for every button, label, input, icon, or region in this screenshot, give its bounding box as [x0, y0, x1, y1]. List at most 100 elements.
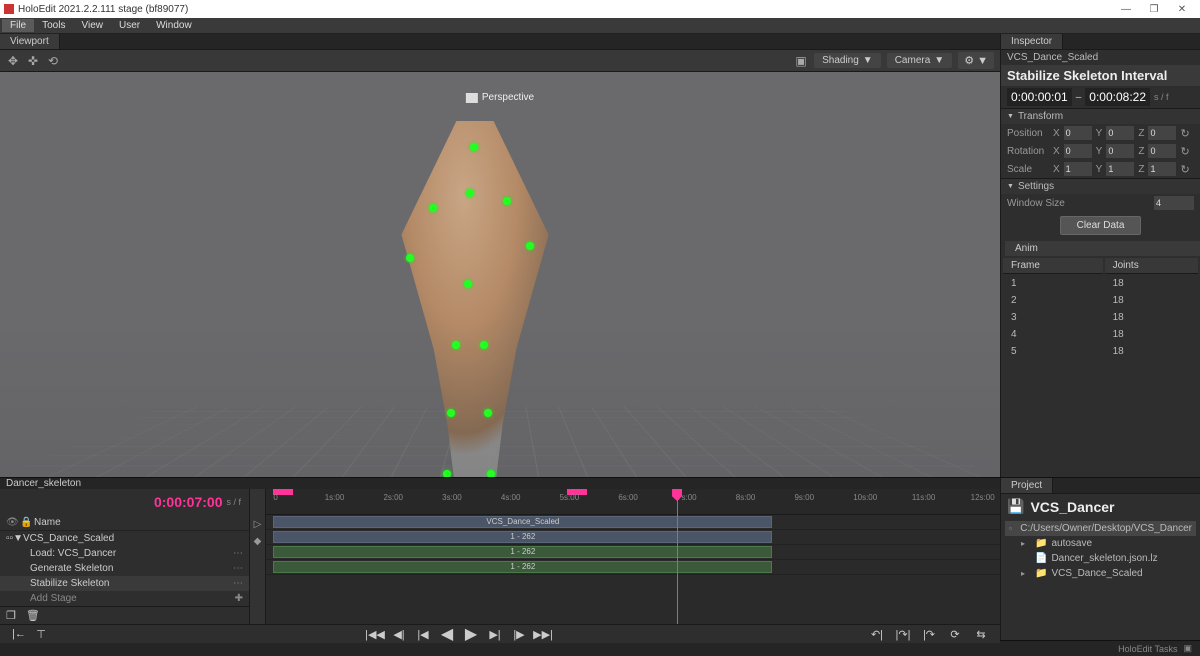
table-row: 418	[1003, 327, 1198, 342]
track-menu-icon[interactable]: ⋯	[233, 578, 243, 589]
goto-end-button[interactable]: ▶▶|	[532, 625, 554, 643]
track-root[interactable]: ▫▫ ▼ VCS_Dance_Scaled	[0, 531, 249, 546]
tasks-expand-icon[interactable]: ▣	[1183, 643, 1192, 654]
trash-icon[interactable]: 🗑	[26, 609, 40, 622]
prev-key-button[interactable]: ◀|	[388, 625, 410, 643]
viewport-settings-gear-icon[interactable]: ⚙ ▼	[958, 52, 994, 69]
track-stabilize[interactable]: Stabilize Skeleton⋯	[0, 576, 249, 591]
timeline-tab[interactable]: Dancer_skeleton	[0, 478, 250, 489]
clip-main[interactable]: VCS_Dance_Scaled	[273, 516, 772, 528]
step-back-button[interactable]: |◀	[412, 625, 434, 643]
tree-item-dance-scaled[interactable]: ▸📁VCS_Dance_Scaled	[1005, 566, 1196, 581]
scale-z-input[interactable]	[1148, 162, 1176, 176]
character-figure	[360, 121, 590, 477]
scale-reset-icon[interactable]: ↻	[1180, 163, 1189, 176]
menu-window[interactable]: Window	[148, 19, 200, 32]
visibility-icon[interactable]: 👁	[6, 517, 20, 528]
window-size-row: Window Size	[1001, 194, 1200, 212]
window-size-input[interactable]	[1154, 196, 1194, 210]
rotate-tool-icon[interactable]: ⟲	[46, 54, 60, 68]
viewport-3d[interactable]: Perspective	[0, 72, 1000, 477]
loop-in-icon[interactable]: ↶|	[866, 625, 888, 643]
project-path[interactable]: ▫C:/Users/Owner/Desktop/VCS_Dancer	[1005, 521, 1196, 536]
inspector-tab[interactable]: Inspector	[1001, 34, 1063, 49]
sync-icon[interactable]: ⇆	[970, 625, 992, 643]
add-icon[interactable]: ✚	[235, 593, 243, 604]
pan-tool-icon[interactable]: ✥	[6, 54, 20, 68]
time-start[interactable]: 0:00:00:01	[1007, 88, 1072, 106]
table-row: 318	[1003, 310, 1198, 325]
rotation-z-input[interactable]	[1148, 144, 1176, 158]
add-stage-button[interactable]: Add Stage✚	[0, 591, 249, 606]
position-y-input[interactable]	[1106, 126, 1134, 140]
menu-user[interactable]: User	[111, 19, 148, 32]
rotation-x-input[interactable]	[1064, 144, 1092, 158]
save-icon[interactable]: 💾	[1007, 498, 1024, 515]
clear-data-button[interactable]: Clear Data	[1060, 216, 1142, 235]
track-menu-icon[interactable]: ⋯	[233, 563, 243, 574]
tree-item-skeleton-json[interactable]: 📄Dancer_skeleton.json.lz	[1005, 551, 1196, 566]
tasks-label[interactable]: HoloEdit Tasks	[1118, 644, 1177, 654]
menu-tools[interactable]: Tools	[34, 19, 73, 32]
play-reverse-button[interactable]: ◀	[436, 625, 458, 643]
transform-section-header[interactable]: Transform	[1001, 108, 1200, 124]
next-key-button[interactable]: |▶	[508, 625, 530, 643]
camera-dropdown[interactable]: Camera▼	[887, 53, 952, 68]
window-title: HoloEdit 2021.2.2.111 stage (bf89077)	[18, 4, 1112, 15]
inspector-tabs: Inspector	[1001, 34, 1200, 50]
loop-icon[interactable]: ⟳	[944, 625, 966, 643]
scale-x-input[interactable]	[1064, 162, 1092, 176]
step-forward-button[interactable]: ▶|	[484, 625, 506, 643]
settings-section-header[interactable]: Settings	[1001, 178, 1200, 194]
key-icon[interactable]: ◆	[254, 536, 262, 547]
inspector-title: Stabilize Skeleton Interval	[1001, 65, 1200, 86]
col-frame: Frame	[1003, 258, 1103, 274]
range-start-icon[interactable]: |←	[8, 625, 30, 643]
window-minimize-button[interactable]: —	[1112, 4, 1140, 15]
track-menu-icon[interactable]: ⋯	[233, 548, 243, 559]
rotation-y-input[interactable]	[1106, 144, 1134, 158]
project-name: VCS_Dancer	[1030, 499, 1114, 515]
viewport-tab[interactable]: Viewport	[0, 34, 60, 49]
clip-load[interactable]: 1 - 262	[273, 531, 772, 543]
track-load[interactable]: Load: VCS_Dancer⋯	[0, 546, 249, 561]
timeline-canvas[interactable]: 0 1s:00 2s:00 3s:00 4s:00 5s:00 6s:00 7s…	[266, 489, 1000, 624]
menu-view[interactable]: View	[73, 19, 111, 32]
rotation-reset-icon[interactable]: ↻	[1180, 145, 1189, 158]
rotation-row: Rotation X Y Z ↻	[1001, 142, 1200, 160]
clip-generate[interactable]: 1 - 262	[273, 546, 772, 558]
scale-y-input[interactable]	[1106, 162, 1134, 176]
window-titlebar: HoloEdit 2021.2.2.111 stage (bf89077) — …	[0, 0, 1200, 18]
table-row: 518	[1003, 344, 1198, 359]
playhead[interactable]	[677, 489, 678, 624]
timeline-ruler[interactable]: 0 1s:00 2s:00 3s:00 4s:00 5s:00 6s:00 7s…	[266, 489, 1000, 515]
loop-out-icon[interactable]: |↷	[918, 625, 940, 643]
snapshot-icon[interactable]: ▣	[794, 54, 808, 68]
loop-mid-icon[interactable]: |↷|	[892, 625, 914, 643]
track-generate[interactable]: Generate Skeleton⋯	[0, 561, 249, 576]
range-end-icon[interactable]: ⊤	[30, 625, 52, 643]
anim-tab[interactable]: Anim	[1005, 241, 1200, 256]
timecode-display: 0:00:07:00	[154, 494, 223, 510]
perspective-label: Perspective	[466, 92, 534, 103]
position-reset-icon[interactable]: ↻	[1180, 127, 1189, 140]
track-header: 👁 🔒 Name	[0, 515, 249, 531]
time-end[interactable]: 0:00:08:22	[1085, 88, 1150, 106]
move-tool-icon[interactable]: ✜	[26, 54, 40, 68]
clip-stabilize[interactable]: 1 - 262	[273, 561, 772, 573]
window-maximize-button[interactable]: ❐	[1140, 4, 1168, 15]
menubar: File Tools View User Window	[0, 18, 1200, 34]
lock-icon[interactable]: 🔒	[20, 517, 34, 528]
goto-start-button[interactable]: |◀◀	[364, 625, 386, 643]
cursor-icon[interactable]: ▷	[254, 519, 262, 530]
project-tab[interactable]: Project	[1001, 478, 1053, 493]
menu-file[interactable]: File	[2, 19, 34, 32]
position-x-input[interactable]	[1064, 126, 1092, 140]
window-close-button[interactable]: ✕	[1168, 4, 1196, 15]
duplicate-icon[interactable]: ❐	[6, 609, 16, 622]
play-button[interactable]: ▶	[460, 625, 482, 643]
tree-item-autosave[interactable]: ▸📁autosave	[1005, 536, 1196, 551]
col-joints: Joints	[1105, 258, 1198, 274]
shading-dropdown[interactable]: Shading▼	[814, 53, 881, 68]
position-z-input[interactable]	[1148, 126, 1176, 140]
